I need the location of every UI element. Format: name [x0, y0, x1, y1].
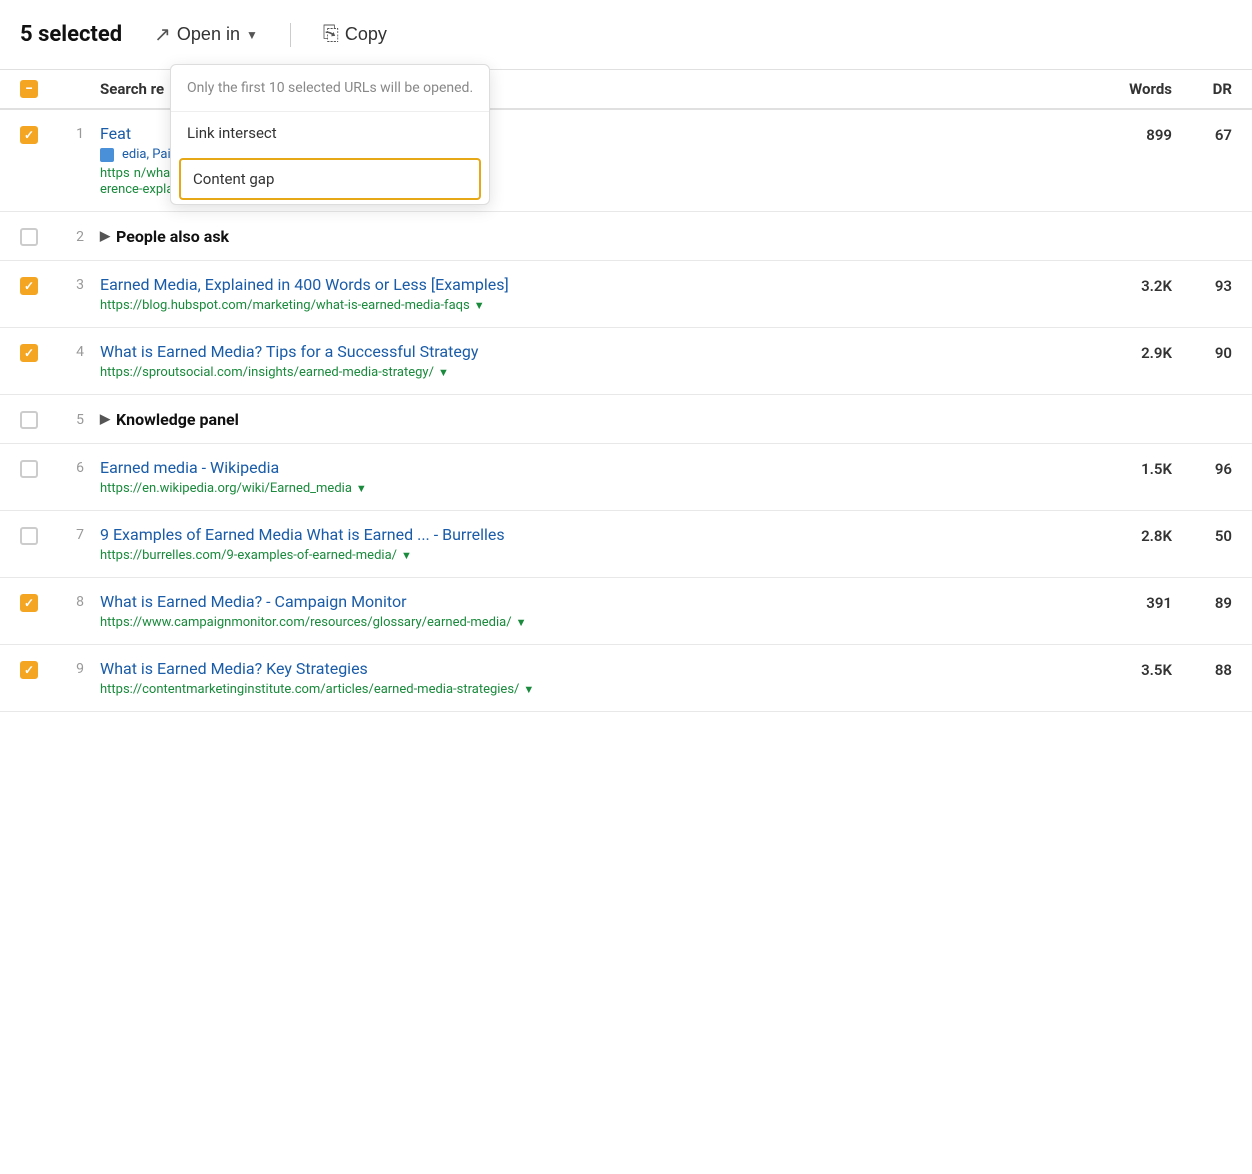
dr-header: DR [1213, 80, 1232, 98]
row-checkbox-3[interactable] [20, 344, 38, 362]
link-intersect-item[interactable]: Link intersect [171, 112, 489, 154]
row-number: 5 [60, 410, 100, 428]
result-words: 391 [1092, 592, 1172, 612]
row-checkbox-2[interactable] [20, 277, 38, 295]
result-words: 1.5K [1092, 458, 1172, 478]
result-words: 2.8K [1092, 525, 1172, 545]
url-dropdown-icon[interactable]: ▼ [523, 683, 534, 696]
result-title[interactable]: What is Earned Media? Tips for a Success… [100, 342, 1092, 361]
expand-icon[interactable]: ▶ [100, 412, 110, 427]
search-result-header: Search re [100, 80, 164, 98]
expand-icon[interactable]: ▶ [100, 229, 110, 244]
result-url[interactable]: https://en.wikipedia.org/wiki/Earned_med… [100, 481, 352, 496]
url-dropdown-icon[interactable]: ▼ [438, 366, 449, 379]
result-words: 2.9K [1092, 342, 1172, 362]
copy-icon: ⎘ [323, 23, 339, 46]
table-row: 9 What is Earned Media? Key Strategies h… [0, 645, 1252, 712]
result-url[interactable]: https://www.campaignmonitor.com/resource… [100, 615, 512, 630]
content-gap-item[interactable]: Content gap [179, 158, 481, 200]
open-in-button[interactable]: ↗︎ Open in ▼ [146, 18, 266, 51]
row-number: 3 [60, 275, 100, 293]
select-all-checkbox[interactable] [20, 80, 38, 98]
table-row: 3 Earned Media, Explained in 400 Words o… [0, 261, 1252, 328]
row-checkbox-4[interactable] [20, 411, 38, 429]
result-url[interactable]: https://contentmarketinginstitute.com/ar… [100, 682, 519, 697]
row-checkbox-7[interactable] [20, 594, 38, 612]
url-dropdown-icon[interactable]: ▼ [401, 549, 412, 562]
toolbar: 5 selected ↗︎ Open in ▼ ⎘ Copy Only the … [0, 0, 1252, 70]
result-words: 3.5K [1092, 659, 1172, 679]
group-label: ▶ People also ask [100, 227, 1092, 246]
result-title[interactable]: Earned Media, Explained in 400 Words or … [100, 275, 1092, 294]
favicon-icon [100, 148, 114, 162]
result-dr: 93 [1172, 275, 1232, 295]
table-row: 8 What is Earned Media? - Campaign Monit… [0, 578, 1252, 645]
table-row: 7 9 Examples of Earned Media What is Ear… [0, 511, 1252, 578]
result-dr: 96 [1172, 458, 1232, 478]
group-row: 5 ▶ Knowledge panel [0, 395, 1252, 444]
result-url[interactable]: https://sproutsocial.com/insights/earned… [100, 365, 434, 380]
result-dr: 89 [1172, 592, 1232, 612]
row-number: 8 [60, 592, 100, 610]
copy-label: Copy [345, 24, 387, 45]
open-in-dropdown: Only the first 10 selected URLs will be … [170, 64, 490, 205]
group-row: 2 ▶ People also ask [0, 212, 1252, 261]
result-dr: 50 [1172, 525, 1232, 545]
copy-button[interactable]: ⎘ Copy [315, 19, 395, 50]
open-in-icon: ↗︎ [154, 22, 171, 47]
row-checkbox-1[interactable] [20, 228, 38, 246]
row-number: 9 [60, 659, 100, 677]
row-number: 6 [60, 458, 100, 476]
group-label: ▶ Knowledge panel [100, 410, 1092, 429]
row-checkbox-5[interactable] [20, 460, 38, 478]
result-url[interactable]: https [100, 166, 130, 181]
selected-count: 5 selected [20, 22, 122, 47]
result-dr: 90 [1172, 342, 1232, 362]
table-row: 4 What is Earned Media? Tips for a Succe… [0, 328, 1252, 395]
dropdown-arrow-icon: ▼ [246, 28, 258, 42]
table-row: 6 Earned media - Wikipedia https://en.wi… [0, 444, 1252, 511]
row-number: 2 [60, 227, 100, 245]
url-dropdown-icon[interactable]: ▼ [356, 482, 367, 495]
result-url[interactable]: https://blog.hubspot.com/marketing/what-… [100, 298, 470, 313]
result-url[interactable]: https://burrelles.com/9-examples-of-earn… [100, 548, 397, 563]
row-checkbox-0[interactable] [20, 126, 38, 144]
toolbar-divider [290, 23, 291, 47]
words-header: Words [1129, 80, 1172, 98]
row-number: 1 [60, 124, 100, 142]
url-dropdown-icon[interactable]: ▼ [516, 616, 527, 629]
row-checkbox-6[interactable] [20, 527, 38, 545]
result-words: 899 [1092, 124, 1172, 144]
row-number: 4 [60, 342, 100, 360]
result-dr: 88 [1172, 659, 1232, 679]
result-title[interactable]: Earned media - Wikipedia [100, 458, 1092, 477]
result-title[interactable]: What is Earned Media? - Campaign Monitor [100, 592, 1092, 611]
row-number: 7 [60, 525, 100, 543]
result-title[interactable]: What is Earned Media? Key Strategies [100, 659, 1092, 678]
result-words: 3.2K [1092, 275, 1172, 295]
url-dropdown-icon[interactable]: ▼ [474, 299, 485, 312]
row-checkbox-8[interactable] [20, 661, 38, 679]
result-title[interactable]: 9 Examples of Earned Media What is Earne… [100, 525, 1092, 544]
result-dr: 67 [1172, 124, 1232, 144]
dropdown-hint: Only the first 10 selected URLs will be … [171, 65, 489, 112]
open-in-label: Open in [177, 24, 240, 45]
